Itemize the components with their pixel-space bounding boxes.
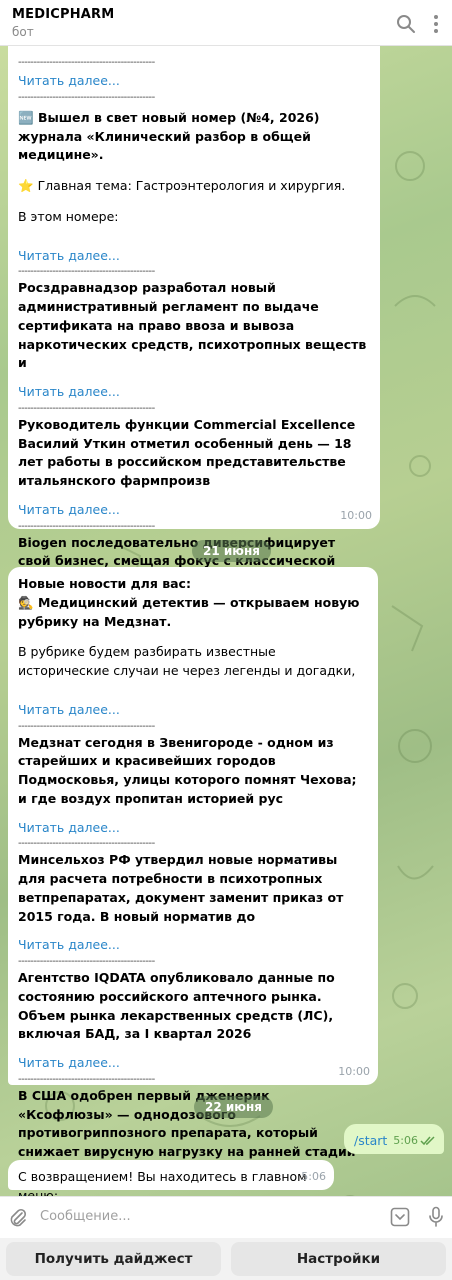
attach-icon[interactable] xyxy=(8,1207,28,1229)
new-badge-icon: 🆕 xyxy=(18,109,34,125)
read-more-link[interactable]: Читать далее... xyxy=(18,383,370,402)
detective-icon: 🕵️ xyxy=(18,594,34,610)
message-input[interactable]: Сообщение... xyxy=(40,1209,131,1224)
read-more-link[interactable]: Читать далее... xyxy=(18,701,368,720)
message-time: 5:06 xyxy=(393,1133,418,1147)
news-text: В рубрике будем разбирать известные исто… xyxy=(18,644,356,678)
read-more-link[interactable]: Читать далее... xyxy=(18,819,368,838)
chat-title[interactable]: MEDICPHARM xyxy=(12,7,114,22)
news-item: Минсельхоз РФ утвердил новые нормативы д… xyxy=(18,852,344,924)
microphone-icon[interactable] xyxy=(428,1206,444,1228)
double-check-icon xyxy=(420,1136,435,1146)
message-time: 10:00 xyxy=(338,1064,370,1078)
message-input-bar: Сообщение... xyxy=(0,1196,452,1238)
separator: ----------------------------------------… xyxy=(18,520,155,532)
incoming-message-2[interactable]: Новые новости для вас: 🕵️ Медицинский де… xyxy=(8,567,378,1196)
separator: ----------------------------------------… xyxy=(18,57,155,68)
news-headline: 🆕 Вышел в свет новый номер (№4, 2026) жу… xyxy=(18,109,320,163)
bot-keyboard-icon[interactable] xyxy=(390,1207,410,1227)
separator: ----------------------------------------… xyxy=(18,91,155,103)
read-more-link[interactable]: Читать далее... xyxy=(18,72,370,91)
search-icon[interactable] xyxy=(396,14,416,34)
read-more-link[interactable]: Читать далее... xyxy=(18,936,368,955)
separator: ----------------------------------------… xyxy=(18,720,155,732)
settings-button[interactable]: Настройки xyxy=(231,1242,446,1276)
incoming-message-3[interactable]: С возвращением! Вы находитесь в главном … xyxy=(8,1160,334,1196)
separator: ----------------------------------------… xyxy=(18,402,155,414)
more-menu-icon[interactable] xyxy=(428,13,444,35)
read-more-link[interactable]: Читать далее... xyxy=(18,1054,368,1073)
chat-header: MEDICPHARM бот xyxy=(0,0,452,46)
separator: ----------------------------------------… xyxy=(18,956,155,967)
date-separator: 21 июня xyxy=(192,540,271,562)
news-item: Росздравнадзор разработал новый админист… xyxy=(18,280,367,371)
separator: ----------------------------------------… xyxy=(18,838,155,850)
message-time: 5:06 xyxy=(301,1169,326,1183)
separator: ----------------------------------------… xyxy=(18,1073,155,1085)
separator: ----------------------------------------… xyxy=(18,266,155,278)
star-icon: ⭐ xyxy=(18,178,34,193)
read-more-link[interactable]: Читать далее... xyxy=(18,501,370,520)
chat-subtitle: бот xyxy=(12,25,34,39)
chat-area[interactable]: ----------------------------------------… xyxy=(0,46,452,1196)
news-subline: ⭐ Главная тема: Гастроэнтерология и хиру… xyxy=(18,178,346,193)
outgoing-text: /start xyxy=(354,1133,388,1148)
news-item: Агентство IQDATA опубликовало данные по … xyxy=(18,970,335,1042)
get-digest-button[interactable]: Получить дайджест xyxy=(6,1242,221,1276)
news-text: В этом номере: xyxy=(18,208,119,224)
bot-keyboard: Получить дайджест Настройки xyxy=(0,1238,452,1280)
news-headline: 🕵️ Медицинский детектив — открываем нову… xyxy=(18,594,360,629)
news-item: Руководитель функции Commercial Excellen… xyxy=(18,416,356,488)
news-item: Медзнат сегодня в Звенигороде - одном из… xyxy=(18,734,357,806)
outgoing-message[interactable]: /start 5:06 xyxy=(344,1124,444,1154)
message-time: 10:00 xyxy=(340,508,372,522)
news-intro: Новые новости для вас: xyxy=(18,576,191,591)
date-separator: 22 июня xyxy=(194,1096,273,1118)
incoming-message-1[interactable]: ----------------------------------------… xyxy=(8,46,380,649)
read-more-link[interactable]: Читать далее... xyxy=(18,247,370,266)
